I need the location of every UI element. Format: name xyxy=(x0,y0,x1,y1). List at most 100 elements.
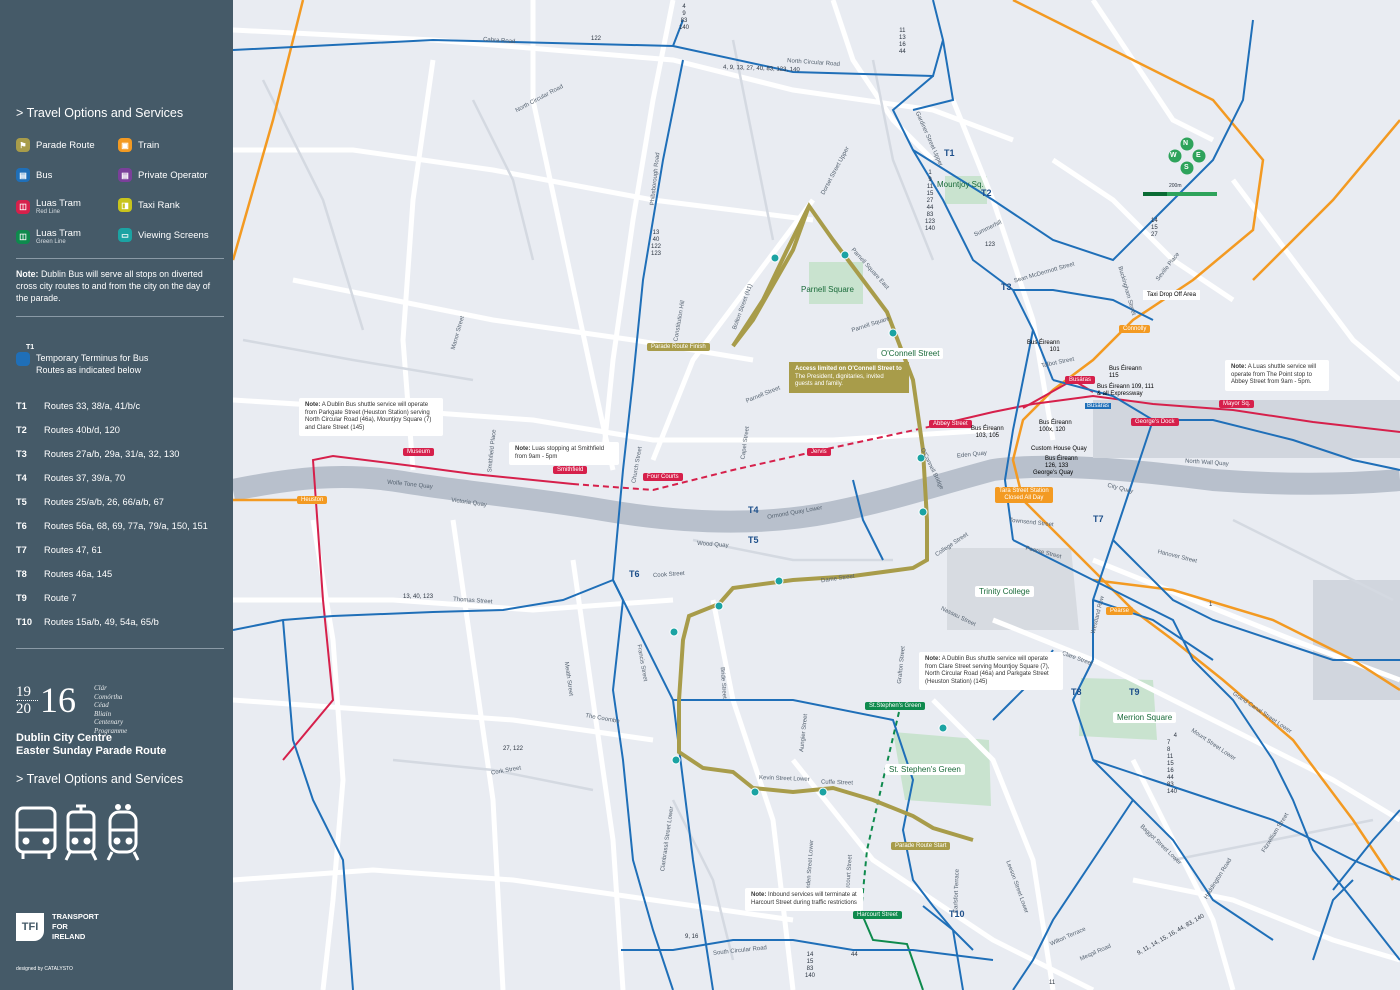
legend-label-text: Taxi Rank xyxy=(138,199,180,211)
terminus-t7[interactable]: T7 xyxy=(1093,514,1104,524)
legend-label-text: Bus xyxy=(36,169,53,181)
bus-routes xyxy=(233,0,1400,990)
sidebar-heading-text: Travel Options and Services xyxy=(26,106,184,120)
sidebar-heading-2: > Travel Options and Services xyxy=(16,772,183,786)
map-title-line2: Easter Sunday Parade Route xyxy=(16,745,167,757)
route-code: T8 xyxy=(16,569,27,579)
luas-stop-georges-dock[interactable]: George's Dock xyxy=(1131,418,1179,426)
bus-route-numbers: 4 7 8 11 15 16 44 83 140 xyxy=(1167,733,1178,795)
street-label: Cuffe Street xyxy=(820,779,854,787)
legend-label: Viewing Screens xyxy=(138,230,209,241)
route-text: Route 7 xyxy=(44,593,77,603)
callout-note-label: Note: xyxy=(925,656,941,662)
bus-route-numbers: 27, 122 xyxy=(503,746,524,752)
route-row: T10 Routes 15a/b, 49, 54a, 65/b xyxy=(16,617,159,627)
bus-eireann-100x[interactable]: Bus Éireann 100x, 120 xyxy=(1039,420,1072,434)
parkgate-shuttle-callout: Note: A Dublin Bus shuttle service will … xyxy=(299,398,443,436)
compass-w: W xyxy=(1170,152,1177,159)
train-station-connolly[interactable]: Connolly xyxy=(1119,325,1151,333)
parade-route-finish[interactable]: Parade Route Finish xyxy=(647,343,710,351)
luas-stop-busaras[interactable]: Busáras xyxy=(1065,376,1096,384)
terminus-t10[interactable]: T10 xyxy=(949,909,965,919)
luas-stop-museum[interactable]: Museum xyxy=(403,448,435,456)
bus-eireann-103[interactable]: Bus Éireann 103, 105 xyxy=(971,426,1004,440)
route-row: T8 Routes 46a, 145 xyxy=(16,569,112,579)
terminus-t6[interactable]: T6 xyxy=(629,569,640,579)
stop-georges-quay[interactable]: George's Quay xyxy=(1033,470,1073,476)
luas-stop-four-courts[interactable]: Four Courts xyxy=(643,473,683,481)
route-code: T5 xyxy=(16,497,27,507)
bus-eireann-115[interactable]: Bus Éireann 115 xyxy=(1109,366,1142,380)
route-code: T3 xyxy=(16,449,27,459)
bus-route-numbers: 11 xyxy=(1049,980,1056,986)
bus-route-numbers: 14 15 27 xyxy=(1151,218,1158,238)
luas-stop-stephens-green[interactable]: St.Stephen's Green xyxy=(865,702,926,710)
callout-note-label: Note: xyxy=(1231,364,1247,370)
bus-eireann-101[interactable]: Bus Éireann 101 xyxy=(1027,340,1060,354)
bus-icon: ▤ xyxy=(118,168,132,182)
luas-stop-jervis[interactable]: Jervis xyxy=(807,448,831,456)
route-text: Routes 15a/b, 49, 54a, 65/b xyxy=(44,617,159,627)
parade-route-start[interactable]: Parade Route Start xyxy=(891,842,951,850)
luas-stop-harcourt-street[interactable]: Harcourt Street xyxy=(853,911,902,919)
luas-stop-mayor-square[interactable]: Mayor Sq. xyxy=(1219,400,1255,408)
legend-item: ◫ Luas Tram Green Line xyxy=(16,228,81,245)
stop-busaras[interactable]: Busáras xyxy=(1085,403,1112,409)
luas-stop-smithfield[interactable]: Smithfield xyxy=(553,466,588,474)
terminus-t8[interactable]: T8 xyxy=(1071,687,1082,697)
route-text: Routes 33, 38/a, 41/b/c xyxy=(44,401,141,411)
access-callout-text: The President, dignitaries, invited gues… xyxy=(795,373,884,388)
terminus-t5[interactable]: T5 xyxy=(748,535,759,545)
legend-label-text: Train xyxy=(138,139,160,151)
legend-item: ▤ Bus xyxy=(16,168,52,182)
route-code: T2 xyxy=(16,425,27,435)
tram-icon: ◫ xyxy=(16,229,30,244)
bus-eireann-109[interactable]: Bus Éireann 109, 111 & all Expressway xyxy=(1097,384,1154,398)
terminus-t4[interactable]: T4 xyxy=(748,505,759,515)
route-row: T5 Routes 25/a/b, 26, 66/a/b, 67 xyxy=(16,497,164,507)
luas-stop-abbey-street[interactable]: Abbey Street xyxy=(929,420,972,428)
train-large-icon xyxy=(106,804,140,861)
divider xyxy=(16,316,224,317)
bus-route-numbers: 9, 16 xyxy=(685,934,699,940)
tara-station-name: Tara Street Station xyxy=(999,488,1049,494)
taxi-drop-off-area[interactable]: Taxi Drop Off Area xyxy=(1143,290,1200,300)
terminus-t1[interactable]: T1 xyxy=(944,148,955,158)
legend-label: Luas Tram Green Line xyxy=(36,228,81,245)
map[interactable]: N E S W 200m Cabra Road North Circular R… xyxy=(233,0,1400,990)
train-station-heuston[interactable]: Heuston xyxy=(297,496,328,504)
terminus-t9[interactable]: T9 xyxy=(1129,687,1140,697)
route-code: T7 xyxy=(16,545,27,555)
route-text: Routes 25/a/b, 26, 66/a/b, 67 xyxy=(44,497,164,507)
transport-icons xyxy=(15,804,140,861)
legend-item: ⚑ Parade Route xyxy=(16,138,95,152)
inbound-callout: Note: Inbound services will terminate at… xyxy=(745,888,863,911)
bus-eireann-126[interactable]: Bus Éireann 126, 133 xyxy=(1045,456,1078,470)
legend-item: ▭ Viewing Screens xyxy=(118,228,209,242)
bus-note-text: Dublin Bus will serve all stops on diver… xyxy=(16,269,211,303)
bus-route-numbers: 1 9 11 15 27 44 83 123 140 xyxy=(925,170,936,232)
chevron-right-icon: > xyxy=(16,106,24,120)
route-row: T3 Routes 27a/b, 29a, 31/a, 32, 130 xyxy=(16,449,179,459)
train-station-pearse[interactable]: Pearse xyxy=(1106,607,1134,615)
train-station-tara[interactable]: Tara Street Station Closed All Day xyxy=(995,487,1053,503)
flag-icon: ⚑ xyxy=(16,138,30,152)
callout-note-label: Note: xyxy=(751,892,767,898)
street-network xyxy=(233,0,1400,990)
tfi-text: TRANSPORT FOR IRELAND xyxy=(52,912,99,942)
route-code: T1 xyxy=(16,401,27,411)
terminus-t2[interactable]: T2 xyxy=(981,188,992,198)
terminus-t3[interactable]: T3 xyxy=(1001,282,1012,292)
route-text: Routes 27a/b, 29a, 31/a, 32, 130 xyxy=(44,449,180,459)
bus-route-numbers: 13 40 122 123 xyxy=(651,230,662,257)
clare-shuttle-callout: Note: A Dublin Bus shuttle service will … xyxy=(919,652,1063,690)
train-icon: ▣ xyxy=(118,138,132,152)
stop-custom-house-quay[interactable]: Custom House Quay xyxy=(1031,446,1087,452)
tfi-mark: TFI xyxy=(16,913,44,941)
tfi-text-line: IRELAND xyxy=(52,932,86,941)
terminus-sup: T1 xyxy=(26,344,35,351)
route-code: T10 xyxy=(16,617,33,627)
legend-item: ▣ Train xyxy=(118,138,159,152)
map-canvas[interactable] xyxy=(233,0,1400,990)
legend-label: Bus xyxy=(36,170,52,181)
